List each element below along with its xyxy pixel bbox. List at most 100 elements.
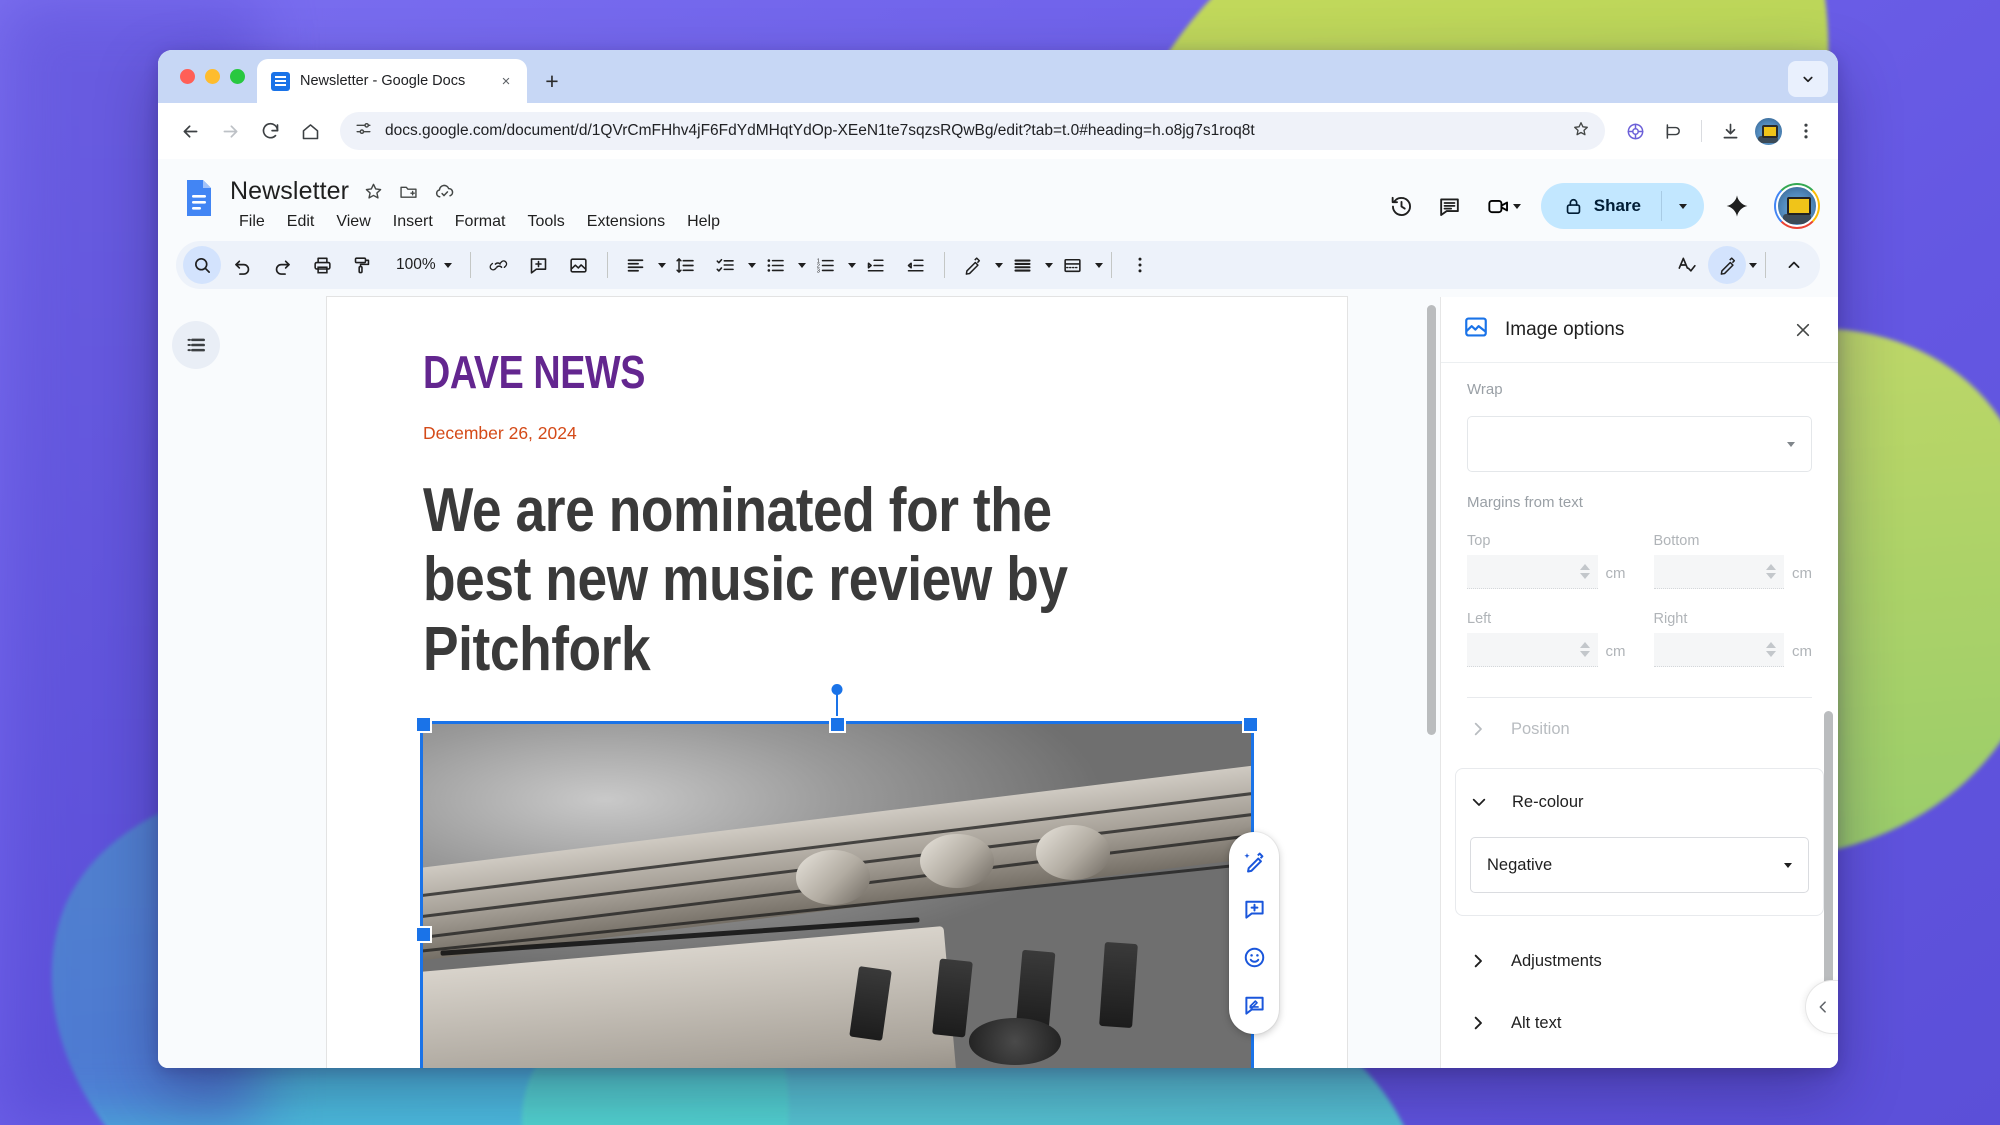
close-tab-icon[interactable]: × (495, 70, 517, 92)
checklist-caret-icon[interactable] (748, 263, 756, 268)
text-color-caret-icon[interactable] (995, 263, 1003, 268)
document-title[interactable]: Newsletter (230, 177, 349, 206)
margin-top-stepper[interactable] (1580, 564, 1590, 579)
text-color-icon[interactable] (954, 246, 992, 284)
image-anchor-handle[interactable] (832, 684, 843, 695)
browser-profile-avatar[interactable] (1750, 113, 1786, 149)
wrap-select[interactable] (1467, 416, 1812, 472)
margin-left-stepper[interactable] (1580, 642, 1590, 657)
chrome-menu-icon[interactable] (1788, 113, 1824, 149)
tabstrip-chevron-down-icon[interactable] (1788, 61, 1828, 97)
panel-scrollbar[interactable] (1824, 711, 1833, 1011)
margin-bottom-stepper[interactable] (1766, 564, 1776, 579)
share-button[interactable]: Share (1541, 183, 1704, 229)
menu-format[interactable]: Format (446, 210, 515, 234)
extensions-puzzle-icon[interactable] (1617, 113, 1653, 149)
highlight-icon[interactable] (1004, 246, 1042, 284)
minimize-window-button[interactable] (205, 69, 220, 84)
adjustments-section-header[interactable]: Adjustments (1441, 930, 1838, 992)
share-dropdown-caret-icon[interactable] (1662, 183, 1704, 229)
align-caret-icon[interactable] (658, 263, 666, 268)
align-icon[interactable] (617, 246, 655, 284)
emoji-reaction-icon[interactable] (1232, 935, 1276, 979)
site-settings-icon[interactable] (354, 119, 373, 143)
editing-mode-icon[interactable] (1708, 246, 1746, 284)
video-call-button[interactable] (1476, 184, 1527, 228)
document-page[interactable]: DAVE NEWS December 26, 2024 We are nomin… (327, 297, 1347, 1068)
resize-handle-top-left[interactable] (415, 716, 432, 733)
checklist-icon[interactable] (707, 246, 745, 284)
browser-tab[interactable]: Newsletter - Google Docs × (257, 59, 527, 103)
more-options-icon[interactable] (1121, 246, 1159, 284)
recolour-select[interactable]: Negative (1470, 837, 1809, 893)
resize-handle-middle-left[interactable] (415, 926, 432, 943)
comment-history-icon[interactable] (1428, 184, 1472, 228)
cloud-saved-icon[interactable] (433, 180, 456, 203)
search-icon[interactable] (183, 246, 221, 284)
menu-tools[interactable]: Tools (518, 210, 573, 234)
account-avatar[interactable] (1774, 183, 1820, 229)
star-icon[interactable] (363, 181, 384, 202)
borders-icon[interactable] (1054, 246, 1092, 284)
new-tab-button[interactable]: + (535, 64, 569, 98)
print-icon[interactable] (303, 246, 341, 284)
margins-section: Margins from text Top cm (1441, 476, 1838, 671)
bookmark-star-icon[interactable] (1571, 119, 1591, 144)
home-icon[interactable] (292, 113, 328, 149)
maximize-window-button[interactable] (230, 69, 245, 84)
margin-right-input[interactable] (1654, 633, 1785, 667)
bulleted-list-icon[interactable] (757, 246, 795, 284)
gemini-sparkle-icon[interactable] (1714, 183, 1760, 229)
video-call-caret-icon[interactable] (1513, 204, 1521, 209)
collapse-toolbar-icon[interactable] (1775, 246, 1813, 284)
url-bar[interactable]: docs.google.com/document/d/1QVrCmFHhv4jF… (340, 112, 1605, 150)
margin-top-input[interactable] (1467, 555, 1598, 589)
add-comment-icon[interactable] (520, 246, 558, 284)
alt-text-section-header[interactable]: Alt text (1441, 992, 1838, 1054)
margin-bottom-input[interactable] (1654, 555, 1785, 589)
menu-help[interactable]: Help (678, 210, 729, 234)
margin-right-stepper[interactable] (1766, 642, 1776, 657)
recolour-section-header[interactable]: Re-colour (1456, 771, 1823, 833)
position-section-header[interactable]: Position (1441, 698, 1838, 760)
menu-file[interactable]: File (230, 210, 274, 234)
borders-caret-icon[interactable] (1095, 263, 1103, 268)
document-scrollbar[interactable] (1427, 305, 1436, 735)
add-comment-icon[interactable] (1232, 887, 1276, 931)
decrease-indent-icon[interactable] (857, 246, 895, 284)
highlight-caret-icon[interactable] (1045, 263, 1053, 268)
spelling-check-icon[interactable] (1668, 246, 1706, 284)
menu-insert[interactable]: Insert (384, 210, 442, 234)
increase-indent-icon[interactable] (897, 246, 935, 284)
editing-mode-caret-icon[interactable] (1749, 263, 1757, 268)
document-image[interactable] (423, 724, 1251, 1068)
forward-arrow-icon[interactable] (212, 113, 248, 149)
resize-handle-top-center[interactable] (829, 716, 846, 733)
magic-edit-icon[interactable] (1232, 839, 1276, 883)
extensions-icon[interactable] (1655, 113, 1691, 149)
redo-icon[interactable] (263, 246, 301, 284)
menu-edit[interactable]: Edit (278, 210, 324, 234)
zoom-level-selector[interactable]: 100% (382, 246, 462, 284)
show-document-outline-icon[interactable] (172, 321, 220, 369)
version-history-icon[interactable] (1380, 184, 1424, 228)
paint-format-icon[interactable] (343, 246, 381, 284)
numbered-list-caret-icon[interactable] (848, 263, 856, 268)
margin-left-input[interactable] (1467, 633, 1598, 667)
resize-handle-top-right[interactable] (1242, 716, 1259, 733)
back-arrow-icon[interactable] (172, 113, 208, 149)
line-spacing-icon[interactable] (667, 246, 705, 284)
reload-icon[interactable] (252, 113, 288, 149)
menu-extensions[interactable]: Extensions (578, 210, 674, 234)
bulleted-list-caret-icon[interactable] (798, 263, 806, 268)
close-window-button[interactable] (180, 69, 195, 84)
undo-icon[interactable] (223, 246, 261, 284)
menu-view[interactable]: View (327, 210, 379, 234)
numbered-list-icon[interactable]: 123 (807, 246, 845, 284)
suggest-edit-icon[interactable] (1232, 983, 1276, 1027)
downloads-icon[interactable] (1712, 113, 1748, 149)
move-to-folder-icon[interactable] (398, 181, 419, 202)
insert-image-icon[interactable] (560, 246, 598, 284)
close-panel-icon[interactable] (1784, 311, 1822, 349)
insert-link-icon[interactable] (480, 246, 518, 284)
